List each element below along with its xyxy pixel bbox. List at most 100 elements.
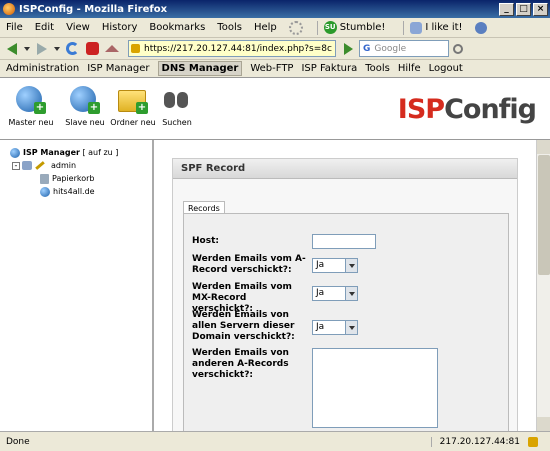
ordner-neu-label: Ordner neu <box>110 118 156 127</box>
stumbleupon-icon: SU <box>323 21 337 34</box>
back-button[interactable] <box>4 41 20 57</box>
divider <box>403 20 405 35</box>
ispconfig-logo: ISPConfig <box>397 94 537 125</box>
home-icon <box>105 45 119 52</box>
forward-history-dropdown-icon[interactable] <box>54 46 60 51</box>
other-a-records-textarea[interactable] <box>312 348 438 428</box>
i-like-it-label: I like it! <box>425 22 463 33</box>
url-text: https://217.20.127.44:81/index.php?s=8c <box>144 43 332 54</box>
master-neu-label: Master neu <box>8 118 54 127</box>
icon-toolbar: + Master neu + Slave neu + Ordner neu Su… <box>0 78 550 140</box>
globe-icon <box>10 147 20 158</box>
go-button[interactable] <box>344 42 353 55</box>
scroll-up-button[interactable] <box>537 140 550 154</box>
tree-item-admin[interactable]: - admin <box>10 159 152 172</box>
master-neu-button[interactable]: + Master neu <box>8 86 54 127</box>
a-record-value: Ja <box>316 260 325 270</box>
menu-history[interactable]: History <box>102 22 138 33</box>
stumble-label: Stumble! <box>339 22 386 33</box>
menu-file[interactable]: File <box>6 22 23 33</box>
gear-icon[interactable] <box>288 20 303 35</box>
tree-expand-collapse-links[interactable]: [ auf zu ] <box>82 146 118 159</box>
menu-tools[interactable]: Tools <box>217 22 242 33</box>
tree-item-domain[interactable]: hits4all.de <box>10 185 152 198</box>
thumbs-up-icon <box>410 21 423 34</box>
other-a-records-label: Werden Emails von anderen A-Records vers… <box>192 348 289 380</box>
chevron-down-icon <box>345 321 357 334</box>
menu-help[interactable]: Help <box>254 22 277 33</box>
status-bar: Done 217.20.127.44:81 <box>0 431 550 451</box>
nav-hilfe[interactable]: Hilfe <box>398 63 421 74</box>
maximize-button[interactable]: □ <box>516 2 531 16</box>
window-titlebar: ISPConfig - Mozilla Firefox _ □ × <box>0 0 550 18</box>
menu-bookmarks[interactable]: Bookmarks <box>149 22 205 33</box>
menu-bar: File Edit View History Bookmarks Tools H… <box>0 18 550 38</box>
panel-title: SPF Record <box>173 159 517 179</box>
tree-item-papierkorb[interactable]: Papierkorb <box>10 172 152 185</box>
all-servers-label: Werden Emails von allen Servern dieser D… <box>192 310 295 342</box>
trash-icon <box>40 173 49 184</box>
search-placeholder: Google <box>374 43 407 54</box>
suchen-button[interactable]: Suchen <box>160 86 194 127</box>
all-servers-value: Ja <box>316 322 325 332</box>
chevron-down-icon <box>345 259 357 272</box>
back-arrow-icon <box>7 42 17 55</box>
reload-button[interactable] <box>64 41 80 57</box>
slave-neu-button[interactable]: + Slave neu <box>64 86 106 127</box>
a-record-label: Werden Emails vom A-Record verschickt?: <box>192 254 306 275</box>
url-bar[interactable]: https://217.20.127.44:81/index.php?s=8c <box>128 40 336 57</box>
tree-pane: ISP Manager [ auf zu ] - admin Papierkor… <box>0 140 154 431</box>
close-button[interactable]: × <box>533 2 548 16</box>
nav-dns-manager[interactable]: DNS Manager <box>157 61 243 76</box>
globe-icon <box>40 186 50 197</box>
stop-icon <box>85 42 99 55</box>
scroll-down-button[interactable] <box>537 417 550 431</box>
i-like-it-button[interactable]: I like it! <box>410 21 463 34</box>
search-icon[interactable] <box>453 43 463 54</box>
search-input[interactable]: G Google <box>359 40 449 57</box>
google-icon: G <box>363 43 371 54</box>
stop-button[interactable] <box>84 41 100 57</box>
globe-add-icon: + <box>16 86 46 114</box>
network-icon <box>22 161 32 170</box>
nav-logout[interactable]: Logout <box>429 63 463 74</box>
minimize-button[interactable]: _ <box>499 2 514 16</box>
nav-isp-manager[interactable]: ISP Manager <box>87 63 149 74</box>
slave-neu-label: Slave neu <box>65 118 105 127</box>
status-ip: 217.20.127.44:81 <box>430 436 528 447</box>
host-label: Host: <box>192 236 219 246</box>
globe-add-icon: + <box>70 86 100 114</box>
tree-root: ISP Manager [ auf zu ] <box>10 146 152 159</box>
window-title: ISPConfig - Mozilla Firefox <box>19 3 168 15</box>
ordner-neu-button[interactable]: + Ordner neu <box>110 86 156 127</box>
host-input[interactable] <box>312 234 376 249</box>
nav-tools[interactable]: Tools <box>365 63 390 74</box>
tree-root-label: ISP Manager <box>23 148 80 157</box>
heart-icon[interactable] <box>474 21 487 34</box>
vertical-scrollbar[interactable] <box>536 140 550 431</box>
firefox-icon <box>3 3 15 15</box>
a-record-select[interactable]: Ja <box>312 258 358 273</box>
scroll-thumb[interactable] <box>538 155 550 275</box>
lock-icon[interactable] <box>528 436 538 447</box>
nav-administration[interactable]: Administration <box>6 63 79 74</box>
all-servers-select[interactable]: Ja <box>312 320 358 335</box>
mx-record-select[interactable]: Ja <box>312 286 358 301</box>
divider <box>316 20 318 35</box>
mx-record-value: Ja <box>316 288 325 298</box>
home-button[interactable] <box>104 41 120 57</box>
lock-icon <box>131 44 140 53</box>
menu-edit[interactable]: Edit <box>35 22 54 33</box>
nav-isp-faktura[interactable]: ISP Faktura <box>301 63 357 74</box>
collapse-icon[interactable]: - <box>12 161 20 170</box>
stumble-button[interactable]: SU Stumble! <box>323 21 386 34</box>
back-history-dropdown-icon[interactable] <box>24 46 30 51</box>
app-navigation: Administration ISP Manager DNS Manager W… <box>0 60 550 78</box>
status-text: Done <box>6 436 30 447</box>
tree-item-papierkorb-label: Papierkorb <box>52 174 95 183</box>
spf-record-panel: SPF Record Records Host: Werden Emails v… <box>172 158 518 431</box>
menu-view[interactable]: View <box>66 22 90 33</box>
forward-button[interactable] <box>34 41 50 57</box>
nav-web-ftp[interactable]: Web-FTP <box>250 63 293 74</box>
reload-icon <box>65 42 79 55</box>
